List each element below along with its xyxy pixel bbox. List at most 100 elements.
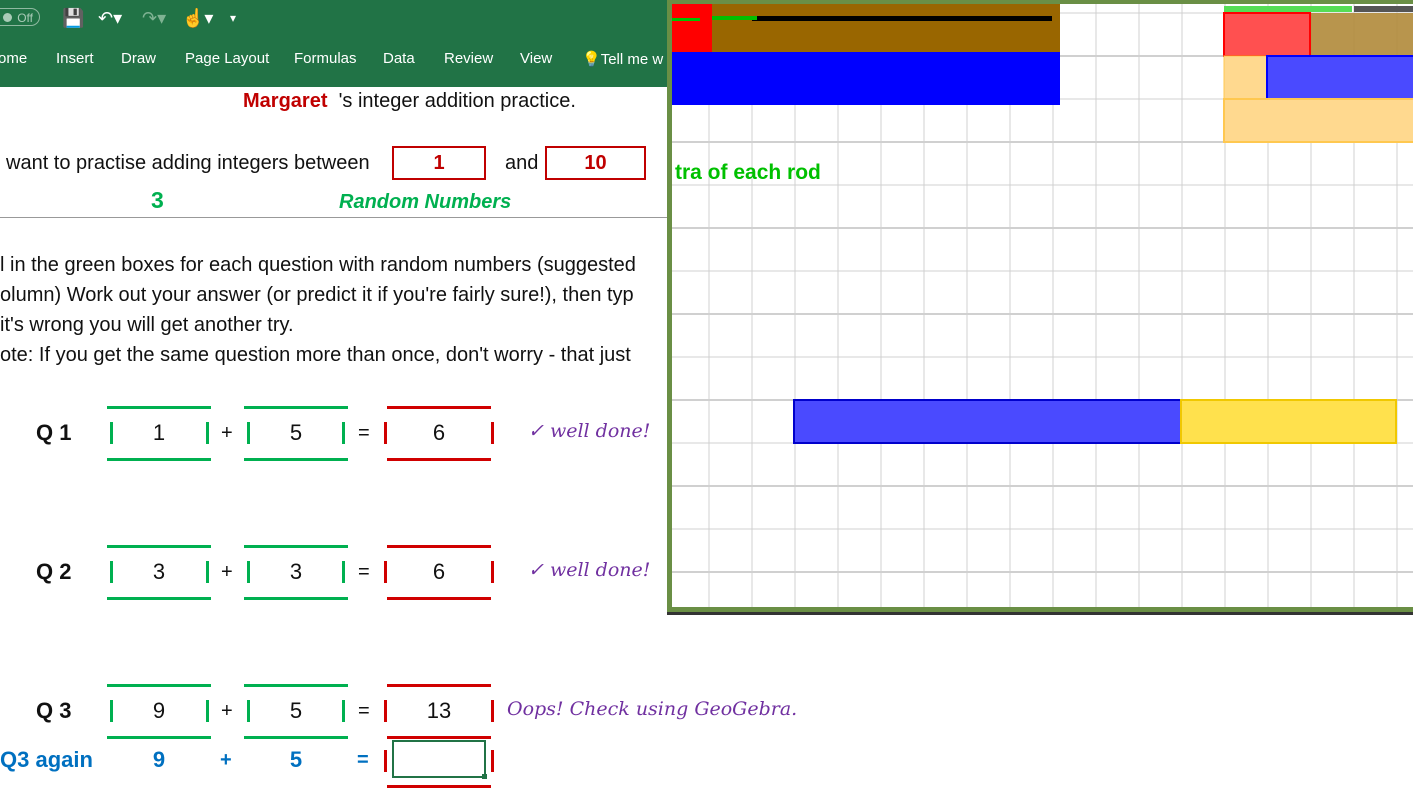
- brown-rod-2[interactable]: [1310, 13, 1413, 56]
- retry-answer-input[interactable]: [392, 740, 486, 778]
- addend-a-input[interactable]: 9: [109, 698, 209, 724]
- answer-top-line: [387, 406, 491, 409]
- tab-insert[interactable]: Insert: [56, 50, 94, 67]
- divider: [0, 217, 668, 218]
- addend-b-input[interactable]: 5: [246, 698, 346, 724]
- brown-rod[interactable]: [672, 4, 1060, 52]
- yellow-rod-answer[interactable]: [1180, 399, 1397, 444]
- answer-top-line: [387, 684, 491, 687]
- orange-rod-2[interactable]: [1223, 98, 1413, 143]
- answer-bracket: [491, 750, 494, 772]
- autosave-toggle[interactable]: Off: [0, 8, 40, 26]
- equals-sign: =: [358, 561, 370, 583]
- retry-equals: =: [357, 749, 369, 771]
- addend-a-input[interactable]: 1: [109, 420, 209, 446]
- retry-plus: +: [220, 749, 232, 771]
- tab-data[interactable]: Data: [383, 50, 415, 67]
- instruction-line: ote: If you get the same question more t…: [0, 344, 631, 366]
- range-prompt: want to practise adding integers between: [6, 152, 370, 174]
- tab-home[interactable]: ome: [0, 50, 27, 67]
- answer-bracket: [491, 700, 494, 722]
- ribbon-tabs: ome Insert Draw Page Layout Formulas Dat…: [0, 36, 668, 87]
- geogebra-applet[interactable]: tra of each rod: [667, 0, 1413, 612]
- question-count[interactable]: 3: [151, 187, 164, 214]
- answer-bracket: [491, 422, 494, 444]
- box-top-line: [244, 684, 348, 687]
- plus-sign: +: [221, 700, 233, 722]
- rod-caption: tra of each rod: [675, 161, 821, 184]
- box-top-line: [244, 545, 348, 548]
- instruction-line: olumn) Work out your answer (or predict …: [0, 284, 634, 306]
- undo-icon[interactable]: ↶▾: [98, 8, 122, 29]
- tab-formulas[interactable]: Formulas: [294, 50, 357, 67]
- instruction-line: it's wrong you will get another try.: [0, 314, 294, 336]
- range-max-input[interactable]: 10: [545, 146, 646, 180]
- box-bottom-line: [107, 458, 211, 461]
- box-top-line: [107, 684, 211, 687]
- box-bottom-line: [244, 458, 348, 461]
- answer-bracket: [384, 422, 387, 444]
- box-top-line: [244, 406, 348, 409]
- addend-b-input[interactable]: 3: [246, 559, 346, 585]
- fill-handle[interactable]: [482, 774, 487, 779]
- question-label: Q 1: [36, 420, 72, 445]
- red-rod-2[interactable]: [1223, 12, 1311, 57]
- quick-access-toolbar: Off 💾 ↶▾ ↷▾ ☝▾ ▾: [0, 0, 668, 36]
- retry-addend-b: 5: [289, 747, 303, 772]
- tab-draw[interactable]: Draw: [121, 50, 156, 67]
- blue-rod-2[interactable]: [1266, 55, 1413, 100]
- rod-canvas[interactable]: tra of each rod: [672, 4, 1413, 612]
- tab-view[interactable]: View: [520, 50, 552, 67]
- range-min-input[interactable]: 1: [392, 146, 486, 180]
- sheet-title: Margaret 's integer addition practice.: [243, 90, 576, 112]
- dark-rod[interactable]: [1354, 6, 1413, 12]
- answer-underline: [387, 785, 491, 788]
- redo-icon[interactable]: ↷▾: [142, 8, 166, 29]
- box-bottom-line: [244, 597, 348, 600]
- feedback-text: ✓ well done!: [528, 420, 651, 442]
- answer-bottom-line: [387, 458, 491, 461]
- slider-fill[interactable]: [672, 18, 700, 21]
- plus-sign: +: [221, 422, 233, 444]
- orange-rod[interactable]: [1223, 55, 1268, 100]
- answer-top-line: [387, 545, 491, 548]
- answer-bottom-line: [387, 736, 491, 739]
- blue-rod[interactable]: [672, 52, 1060, 105]
- tab-page-layout[interactable]: Page Layout: [185, 50, 269, 67]
- tab-review[interactable]: Review: [444, 50, 493, 67]
- customize-icon[interactable]: ▾: [230, 11, 236, 25]
- plus-sign: +: [221, 561, 233, 583]
- equals-sign: =: [358, 700, 370, 722]
- answer-bracket: [384, 561, 387, 583]
- box-bottom-line: [244, 736, 348, 739]
- blue-rod-answer[interactable]: [793, 399, 1182, 444]
- answer-input[interactable]: 13: [389, 698, 489, 724]
- slider-fill[interactable]: [712, 16, 757, 20]
- answer-bracket: [491, 561, 494, 583]
- answer-input[interactable]: 6: [389, 420, 489, 446]
- question-label: Q 3: [36, 698, 72, 723]
- slider-track[interactable]: [752, 16, 1052, 21]
- save-icon[interactable]: 💾: [62, 8, 84, 29]
- equals-sign: =: [358, 422, 370, 444]
- touch-mode-icon[interactable]: ☝▾: [182, 8, 213, 29]
- random-numbers-label: Random Numbers: [339, 191, 512, 213]
- box-top-line: [107, 545, 211, 548]
- answer-bracket: [384, 750, 387, 772]
- and-label: and: [505, 152, 539, 174]
- box-top-line: [107, 406, 211, 409]
- student-name[interactable]: Margaret: [243, 90, 327, 112]
- answer-bottom-line: [387, 597, 491, 600]
- feedback-text: ✓ well done!: [528, 559, 651, 581]
- retry-label: Q3 again: [0, 747, 93, 772]
- red-rod[interactable]: [672, 4, 712, 52]
- lightbulb-icon: 💡: [582, 51, 601, 68]
- green-rod[interactable]: [1224, 6, 1352, 12]
- answer-bracket: [384, 700, 387, 722]
- box-bottom-line: [107, 597, 211, 600]
- answer-input[interactable]: 6: [389, 559, 489, 585]
- tell-me-search[interactable]: 💡Tell me w: [582, 50, 663, 68]
- addend-b-input[interactable]: 5: [246, 420, 346, 446]
- retry-addend-a: 9: [152, 747, 166, 772]
- addend-a-input[interactable]: 3: [109, 559, 209, 585]
